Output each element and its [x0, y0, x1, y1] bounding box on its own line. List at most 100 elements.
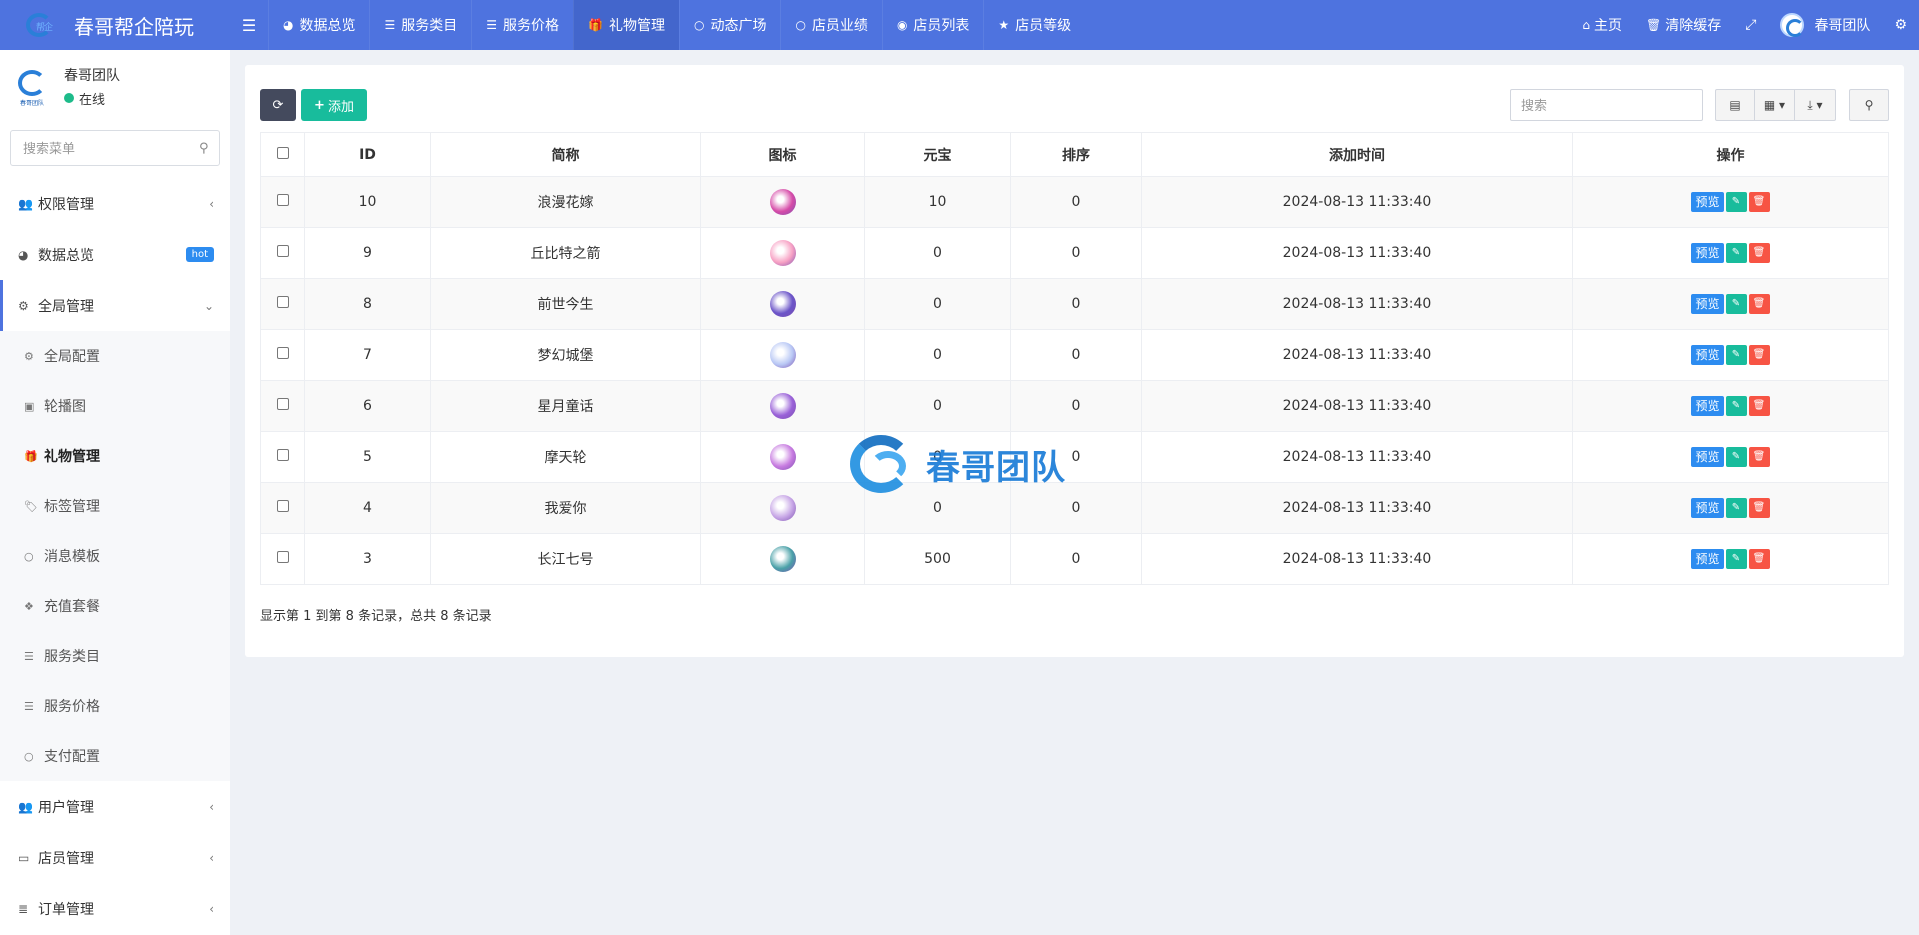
- preview-button[interactable]: 预览: [1691, 447, 1724, 467]
- preview-button[interactable]: 预览: [1691, 294, 1724, 314]
- refresh-button[interactable]: ⟳: [260, 89, 296, 121]
- preview-button[interactable]: 预览: [1691, 396, 1724, 416]
- delete-button[interactable]: 🗑: [1748, 192, 1770, 212]
- sidebar-subitem-1[interactable]: ▣ 轮播图: [0, 381, 230, 431]
- table-row[interactable]: 6 星月童话 0 0 2024-08-13 11:33:40 预览 ✎ 🗑: [260, 380, 1889, 432]
- column-header-time[interactable]: 添加时间: [1141, 132, 1573, 177]
- menu-toggle-button[interactable]: ☰: [230, 0, 268, 50]
- preview-button[interactable]: 预览: [1691, 345, 1724, 365]
- topnav-item-3[interactable]: 🎁 礼物管理: [573, 0, 679, 50]
- row-select-cell[interactable]: [260, 431, 305, 483]
- preview-button[interactable]: 预览: [1691, 192, 1724, 212]
- row-checkbox[interactable]: [276, 500, 289, 512]
- sidebar-subitem-3[interactable]: 🏷 标签管理: [0, 481, 230, 531]
- row-select-cell[interactable]: [260, 176, 305, 228]
- clear-cache-button[interactable]: 🗑 清除缓存: [1634, 0, 1733, 50]
- sidebar-item-bottom-0[interactable]: 👥 用户管理 ‹: [0, 781, 230, 832]
- edit-button[interactable]: ✎: [1725, 192, 1747, 212]
- app-brand[interactable]: 帮企 春哥帮企陪玩: [0, 0, 230, 50]
- sidebar-search-input[interactable]: [23, 140, 199, 156]
- column-header-yuanbao[interactable]: 元宝: [864, 132, 1011, 177]
- column-header-icon[interactable]: 图标: [700, 132, 865, 177]
- sidebar-subitem-0[interactable]: ⚙ 全局配置: [0, 331, 230, 381]
- row-checkbox[interactable]: [276, 449, 289, 461]
- sidebar-subitem-7[interactable]: ☰ 服务价格: [0, 681, 230, 731]
- gift-image[interactable]: [769, 189, 796, 215]
- gift-image[interactable]: [769, 444, 796, 470]
- table-row[interactable]: 9 丘比特之箭 0 0 2024-08-13 11:33:40 预览 ✎ 🗑: [260, 227, 1889, 279]
- row-select-cell[interactable]: [260, 533, 305, 585]
- fullscreen-button[interactable]: ⤢: [1733, 0, 1768, 50]
- sidebar-subitem-8[interactable]: ○ 支付配置: [0, 731, 230, 781]
- preview-button[interactable]: 预览: [1691, 549, 1724, 569]
- sidebar-subitem-6[interactable]: ☰ 服务类目: [0, 631, 230, 681]
- row-checkbox[interactable]: [276, 245, 289, 257]
- table-row[interactable]: 5 摩天轮 0 0 2024-08-13 11:33:40 预览 ✎ 🗑: [260, 431, 1889, 483]
- sidebar-item-auth[interactable]: 👥 权限管理 ‹: [0, 178, 230, 229]
- table-search-input[interactable]: [1510, 89, 1703, 121]
- sidebar-subitem-4[interactable]: ○ 消息模板: [0, 531, 230, 581]
- gift-image[interactable]: [769, 342, 796, 368]
- sidebar-item-bottom-2[interactable]: ≣ 订单管理 ‹: [0, 883, 230, 934]
- table-row[interactable]: 10 浪漫花嫁 10 0 2024-08-13 11:33:40 预览 ✎ 🗑: [260, 176, 1889, 228]
- gift-image[interactable]: [769, 240, 796, 266]
- edit-button[interactable]: ✎: [1725, 243, 1747, 263]
- topnav-item-6[interactable]: ◉ 店员列表: [881, 0, 983, 50]
- topnav-item-7[interactable]: ★ 店员等级: [983, 0, 1085, 50]
- user-menu[interactable]: 春哥团队: [1768, 0, 1882, 50]
- gift-image[interactable]: [769, 291, 796, 317]
- search-icon[interactable]: ⚲: [199, 141, 209, 156]
- export-button[interactable]: ⤓ ▾: [1794, 89, 1836, 121]
- row-select-cell[interactable]: [260, 482, 305, 534]
- row-select-cell[interactable]: [260, 278, 305, 330]
- home-link[interactable]: ⌂ 主页: [1570, 0, 1634, 50]
- table-row[interactable]: 8 前世今生 0 0 2024-08-13 11:33:40 预览 ✎ 🗑: [260, 278, 1889, 330]
- settings-button[interactable]: ⚙: [1882, 0, 1919, 50]
- topnav-item-1[interactable]: ☰ 服务类目: [369, 0, 471, 50]
- column-header-name[interactable]: 简称: [430, 132, 701, 177]
- row-select-cell[interactable]: [260, 329, 305, 381]
- topnav-item-5[interactable]: ○ 店员业绩: [780, 0, 881, 50]
- sidebar-subitem-5[interactable]: ❖ 充值套餐: [0, 581, 230, 631]
- row-select-cell[interactable]: [260, 380, 305, 432]
- edit-button[interactable]: ✎: [1725, 498, 1747, 518]
- columns-button[interactable]: ▦ ▾: [1754, 89, 1795, 121]
- delete-button[interactable]: 🗑: [1748, 345, 1770, 365]
- advanced-search-button[interactable]: ⚲: [1849, 89, 1889, 121]
- topnav-item-0[interactable]: ◕ 数据总览: [268, 0, 369, 50]
- edit-button[interactable]: ✎: [1725, 396, 1747, 416]
- row-checkbox[interactable]: [276, 347, 289, 359]
- delete-button[interactable]: 🗑: [1748, 396, 1770, 416]
- gift-image[interactable]: [769, 546, 796, 572]
- column-header-id[interactable]: ID: [304, 132, 431, 177]
- sidebar-subitem-2[interactable]: 🎁 礼物管理: [0, 431, 230, 481]
- gift-image[interactable]: [769, 393, 796, 419]
- row-checkbox[interactable]: [276, 296, 289, 308]
- edit-button[interactable]: ✎: [1725, 549, 1747, 569]
- edit-button[interactable]: ✎: [1725, 447, 1747, 467]
- toggle-view-button[interactable]: ▤: [1715, 89, 1755, 121]
- edit-button[interactable]: ✎: [1725, 294, 1747, 314]
- preview-button[interactable]: 预览: [1691, 243, 1724, 263]
- delete-button[interactable]: 🗑: [1748, 498, 1770, 518]
- select-all-checkbox[interactable]: [276, 146, 289, 159]
- edit-button[interactable]: ✎: [1725, 345, 1747, 365]
- row-checkbox[interactable]: [276, 194, 289, 206]
- delete-button[interactable]: 🗑: [1748, 549, 1770, 569]
- gift-image[interactable]: [769, 495, 796, 521]
- table-row[interactable]: 7 梦幻城堡 0 0 2024-08-13 11:33:40 预览 ✎ 🗑: [260, 329, 1889, 381]
- topnav-item-4[interactable]: ○ 动态广场: [678, 0, 780, 50]
- row-checkbox[interactable]: [276, 551, 289, 563]
- preview-button[interactable]: 预览: [1691, 498, 1724, 518]
- delete-button[interactable]: 🗑: [1748, 294, 1770, 314]
- row-checkbox[interactable]: [276, 398, 289, 410]
- table-row[interactable]: 3 长江七号 500 0 2024-08-13 11:33:40 预览 ✎ 🗑: [260, 533, 1889, 585]
- sidebar-item-global[interactable]: ⚙ 全局管理 ⌄: [0, 280, 230, 331]
- delete-button[interactable]: 🗑: [1748, 447, 1770, 467]
- column-header-sort[interactable]: 排序: [1010, 132, 1142, 177]
- delete-button[interactable]: 🗑: [1748, 243, 1770, 263]
- topnav-item-2[interactable]: ☰ 服务价格: [471, 0, 573, 50]
- sidebar-item-bottom-1[interactable]: ▭ 店员管理 ‹: [0, 832, 230, 883]
- sidebar-item-dashboard[interactable]: ◕ 数据总览 hot: [0, 229, 230, 280]
- row-select-cell[interactable]: [260, 227, 305, 279]
